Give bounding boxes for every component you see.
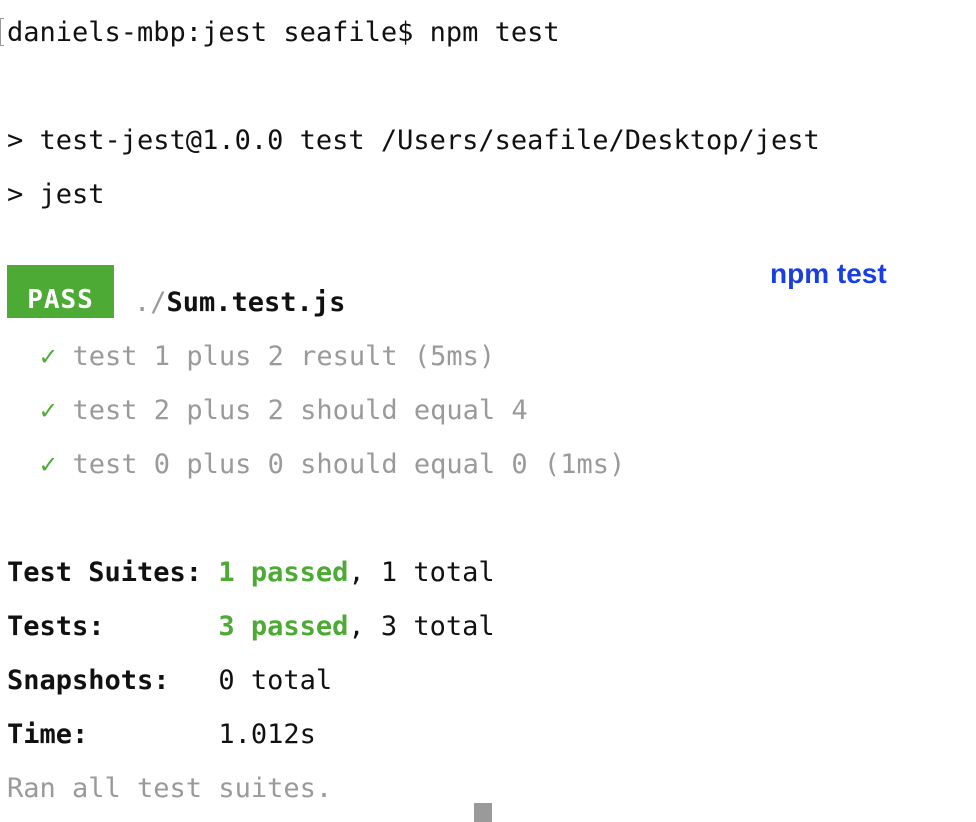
summary-label: Time: — [7, 719, 89, 750]
test-result-label: test 1 plus 2 result (5ms) — [72, 341, 496, 372]
summary-label: Tests: — [7, 611, 105, 642]
terminal-cursor[interactable] — [474, 803, 492, 822]
test-result-label: test 2 plus 2 should equal 4 — [72, 395, 528, 426]
total-count: , 3 total — [348, 611, 495, 642]
test-file-name: Sum.test.js — [166, 287, 346, 318]
gutter-bracket — [0, 18, 4, 46]
summary-test-suites: Test Suites: 1 passed, 1 total — [7, 557, 495, 589]
check-icon: ✓ — [40, 395, 57, 426]
summary-tests: Tests: 3 passed, 3 total — [7, 611, 495, 643]
check-icon: ✓ — [40, 341, 57, 372]
summary-snapshots: Snapshots: 0 total — [7, 665, 332, 697]
passed-count: 1 passed — [218, 557, 349, 588]
pass-badge: PASS — [7, 265, 114, 318]
test-result-row: ✓ test 0 plus 0 should equal 0 (1ms) — [40, 449, 625, 481]
summary-time: Time: 1.012s — [7, 719, 316, 751]
summary-value: 1.012s — [218, 719, 316, 750]
total-count: , 1 total — [348, 557, 495, 588]
npm-script-line: > test-jest@1.0.0 test /Users/seafile/De… — [7, 125, 820, 156]
summary-label: Test Suites: — [7, 557, 203, 588]
check-icon: ✓ — [40, 449, 57, 480]
summary-label: Snapshots: — [7, 665, 170, 696]
test-result-row: ✓ test 1 plus 2 result (5ms) — [40, 341, 495, 373]
test-file-prefix: ./ — [134, 287, 167, 318]
test-file-path: ./Sum.test.js — [134, 287, 345, 319]
test-result-label: test 0 plus 0 should equal 0 (1ms) — [72, 449, 626, 480]
npm-test-annotation: npm test — [770, 258, 887, 289]
passed-count: 3 passed — [218, 611, 349, 642]
jest-command-line: > jest — [7, 179, 105, 210]
summary-value: 0 total — [218, 665, 333, 696]
footer-line: Ran all test suites. — [7, 773, 333, 804]
prompt-line: daniels-mbp:jest seafile$ npm test — [7, 17, 560, 48]
test-result-row: ✓ test 2 plus 2 should equal 4 — [40, 395, 528, 427]
